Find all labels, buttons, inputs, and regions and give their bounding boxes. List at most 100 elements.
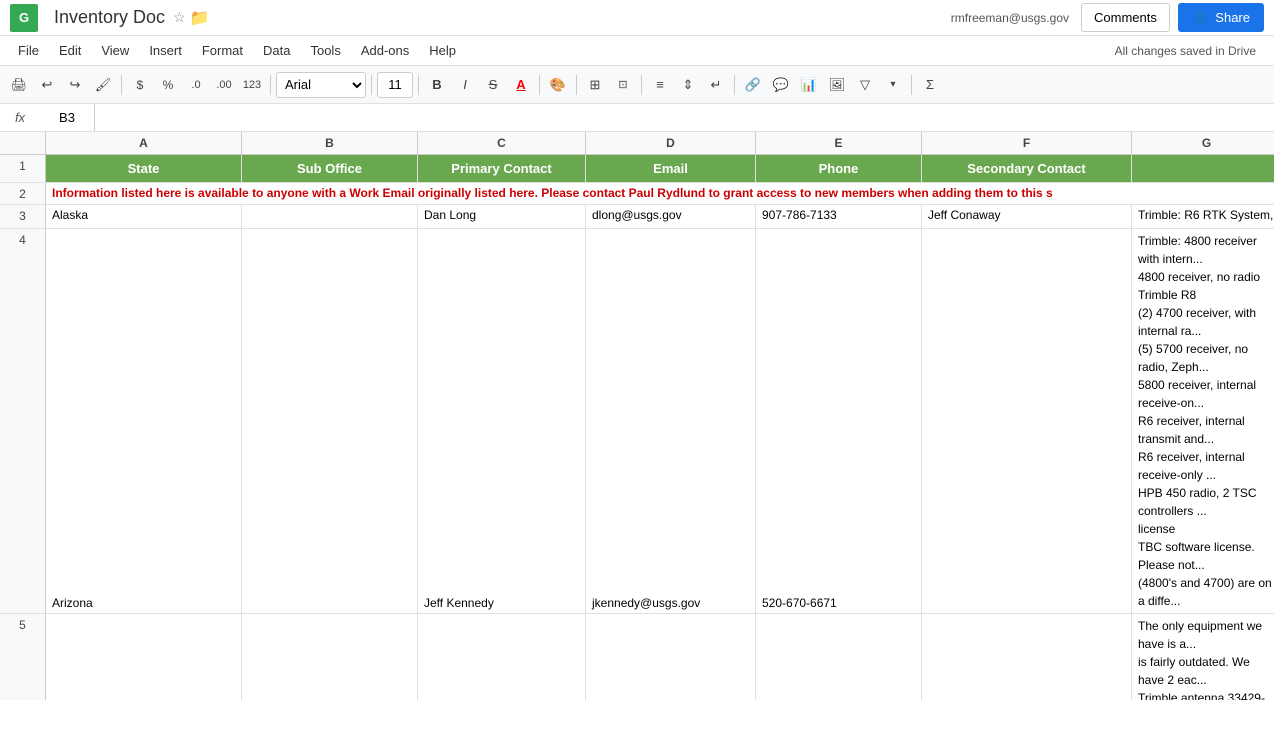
col-header-a[interactable]: A — [46, 132, 242, 154]
header-email[interactable]: Email — [586, 155, 756, 182]
table-row-info: 2 Information listed here is available t… — [0, 183, 1274, 205]
header-extra[interactable] — [1132, 155, 1274, 182]
toolbar-separator-9 — [911, 75, 912, 95]
cell-4-state[interactable]: Arizona — [46, 229, 242, 613]
redo-button[interactable]: ↪ — [62, 72, 88, 98]
cell-5-notes[interactable]: The only equipment we have is a... is fa… — [1132, 614, 1274, 700]
col-header-b[interactable]: B — [242, 132, 418, 154]
col-header-f[interactable]: F — [922, 132, 1132, 154]
menu-data[interactable]: Data — [253, 39, 300, 62]
menu-format[interactable]: Format — [192, 39, 253, 62]
cell-alaska-state[interactable]: Alaska — [46, 205, 242, 228]
more-formats-button[interactable]: 123 — [239, 72, 265, 98]
col-header-g[interactable]: G — [1132, 132, 1274, 154]
col-header-d[interactable]: D — [586, 132, 756, 154]
col-header-c[interactable]: C — [418, 132, 586, 154]
table-row: 1 State Sub Office Primary Contact Email… — [0, 155, 1274, 183]
undo-button[interactable]: ↩ — [34, 72, 60, 98]
align-horizontal-button[interactable]: ≡ — [647, 72, 673, 98]
cell-4-notes[interactable]: Trimble: 4800 receiver with intern... 48… — [1132, 229, 1274, 613]
cell-reference-input[interactable] — [40, 104, 95, 131]
paint-format-button[interactable]: 🖌 — [90, 72, 116, 98]
link-button[interactable]: 🔗 — [740, 72, 766, 98]
toolbar-separator-7 — [641, 75, 642, 95]
table-row-4: 4 Arizona Jeff Kennedy jkennedy@usgs.gov… — [0, 229, 1274, 614]
cell-alaska-notes[interactable]: Trimble: R6 RTK System, 1 Base... — [1132, 205, 1274, 228]
align-vertical-button[interactable]: ⇕ — [675, 72, 701, 98]
comment-button[interactable]: 💬 — [768, 72, 794, 98]
menu-help[interactable]: Help — [419, 39, 466, 62]
cell-alaska-primary[interactable]: Dan Long — [418, 205, 586, 228]
image-button[interactable]: 🖼 — [824, 72, 850, 98]
comments-button[interactable]: Comments — [1081, 3, 1170, 32]
toolbar-separator-2 — [270, 75, 271, 95]
menu-view[interactable]: View — [91, 39, 139, 62]
menu-insert[interactable]: Insert — [139, 39, 192, 62]
cell-alaska-secondary[interactable]: Jeff Conaway — [922, 205, 1132, 228]
text-wrap-button[interactable]: ↵ — [703, 72, 729, 98]
decimal-increase-button[interactable]: .00 — [211, 72, 237, 98]
cell-5-suboffice[interactable] — [242, 614, 418, 700]
google-logo: G — [10, 4, 38, 32]
toolbar-separator-4 — [418, 75, 419, 95]
decimal-decrease-button[interactable]: .0 — [183, 72, 209, 98]
cell-5-state[interactable]: California — [46, 614, 242, 700]
chart-button[interactable]: 📊 — [796, 72, 822, 98]
row-number: 2 — [0, 183, 46, 204]
cell-5-primary[interactable]: Michelle Sneed — [418, 614, 586, 700]
cell-4-secondary[interactable] — [922, 229, 1132, 613]
filter-button[interactable]: ▽ — [852, 72, 878, 98]
text-color-button[interactable]: A — [508, 72, 534, 98]
info-text-cell[interactable]: Information listed here is available to … — [46, 183, 1274, 204]
italic-button[interactable]: I — [452, 72, 478, 98]
toolbar-separator-1 — [121, 75, 122, 95]
user-email: rmfreeman@usgs.gov — [951, 11, 1069, 25]
cell-4-email[interactable]: jkennedy@usgs.gov — [586, 229, 756, 613]
header-suboffice[interactable]: Sub Office — [242, 155, 418, 182]
cell-4-suboffice[interactable] — [242, 229, 418, 613]
bold-button[interactable]: B — [424, 72, 450, 98]
menu-file[interactable]: File — [8, 39, 49, 62]
header-state[interactable]: State — [46, 155, 242, 182]
highlight-color-button[interactable]: 🎨 — [545, 72, 571, 98]
col-header-e[interactable]: E — [756, 132, 922, 154]
star-icon[interactable]: ☆ — [173, 9, 186, 26]
row-number: 3 — [0, 205, 46, 228]
font-family-select[interactable]: Arial — [276, 72, 366, 98]
borders-button[interactable]: ⊞ — [582, 72, 608, 98]
filter-dropdown-button[interactable]: ▾ — [880, 72, 906, 98]
cell-5-secondary[interactable] — [922, 614, 1132, 700]
strikethrough-button[interactable]: S — [480, 72, 506, 98]
header-secondary-contact[interactable]: Secondary Contact — [922, 155, 1132, 182]
menu-bar: File Edit View Insert Format Data Tools … — [0, 36, 1274, 66]
document-title: Inventory Doc — [54, 7, 165, 28]
share-person-icon: 👤 — [1192, 9, 1209, 26]
header-primary-contact[interactable]: Primary Contact — [418, 155, 586, 182]
header-phone[interactable]: Phone — [756, 155, 922, 182]
currency-button[interactable]: $ — [127, 72, 153, 98]
folder-icon[interactable]: 📁 — [190, 8, 210, 28]
cell-5-phone[interactable]: 916-278-3119 — [756, 614, 922, 700]
merge-cells-button[interactable]: ⊡ — [610, 72, 636, 98]
formula-bar: fx jdpayne@usgs.gov — [0, 104, 1274, 132]
row-number: 5 — [0, 614, 46, 700]
menu-addons[interactable]: Add-ons — [351, 39, 419, 62]
spreadsheet-container: A B C D E F G 1 State Sub Office Primary… — [0, 132, 1274, 700]
toolbar-separator-5 — [539, 75, 540, 95]
cell-alaska-email[interactable]: dlong@usgs.gov — [586, 205, 756, 228]
font-size-input[interactable] — [377, 72, 413, 98]
percent-button[interactable]: % — [155, 72, 181, 98]
formula-input[interactable]: jdpayne@usgs.gov — [95, 104, 1274, 131]
share-button[interactable]: 👤 Share — [1178, 3, 1264, 32]
cell-5-email[interactable]: micsneed@usgs.gov — [586, 614, 756, 700]
fx-label: fx — [0, 110, 40, 125]
menu-tools[interactable]: Tools — [300, 39, 350, 62]
cell-alaska-suboffice[interactable] — [242, 205, 418, 228]
menu-edit[interactable]: Edit — [49, 39, 91, 62]
cell-alaska-phone[interactable]: 907-786-7133 — [756, 205, 922, 228]
title-bar: G Inventory Doc ☆ 📁 rmfreeman@usgs.gov C… — [0, 0, 1274, 36]
cell-4-primary[interactable]: Jeff Kennedy — [418, 229, 586, 613]
functions-button[interactable]: Σ — [917, 72, 943, 98]
print-button[interactable]: 🖨 — [6, 72, 32, 98]
cell-4-phone[interactable]: 520-670-6671 — [756, 229, 922, 613]
